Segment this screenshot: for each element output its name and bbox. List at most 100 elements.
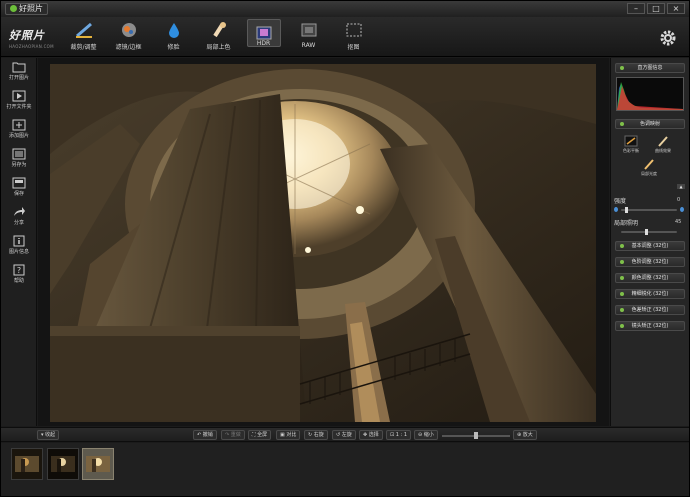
collapse-arrow-icon[interactable]: ▲: [677, 184, 685, 189]
undo-button[interactable]: ↶ 撤销: [193, 430, 217, 440]
sidebar-item-help[interactable]: ? 帮助: [1, 261, 37, 287]
tone-mapping-toggle[interactable]: 色调映射: [615, 119, 685, 129]
sidebar-item-add-image[interactable]: 添加图片: [1, 116, 37, 142]
brand-url: HAOZHAOPIAN.COM: [9, 44, 54, 49]
settings-button[interactable]: [659, 29, 677, 51]
actual-size-label: 1 : 1: [395, 432, 408, 438]
info-icon: [13, 235, 25, 246]
select-button[interactable]: ✥ 选择: [359, 430, 383, 440]
tool-raw[interactable]: RAW: [286, 19, 331, 55]
compare-label: 对比: [286, 432, 297, 438]
tone-item-label: 局部光度: [641, 171, 657, 176]
window-title: 好照片: [19, 4, 43, 13]
rotate-left-button[interactable]: ↺ 左旋: [332, 430, 356, 440]
local-light-slider[interactable]: [621, 229, 677, 235]
tool-face[interactable]: 修脸: [151, 19, 196, 55]
sidebar-item-open-folder[interactable]: 打开文件夹: [1, 87, 37, 113]
zoom-out-button[interactable]: ⊖ 缩小: [414, 430, 438, 440]
fullscreen-button[interactable]: ⛶ 全屏: [248, 430, 272, 440]
collapse-button[interactable]: ▾ 收起: [37, 430, 60, 440]
drop-small-icon: [614, 207, 618, 212]
tool-cutout[interactable]: 抠图: [331, 19, 376, 55]
tool-label: 修脸: [167, 44, 180, 51]
maximize-button[interactable]: □: [647, 3, 665, 14]
tool-local-color[interactable]: 局部上色: [196, 19, 241, 55]
image-canvas[interactable]: [38, 58, 609, 426]
strength-value: 0: [677, 197, 681, 203]
section-lens-correct[interactable]: 镜头矫正 (32位): [615, 321, 685, 331]
thumbnail-image: [83, 449, 113, 479]
zoom-in-button[interactable]: ⊕ 放大: [513, 430, 537, 440]
sidebar-item-open-image[interactable]: 打开图片: [1, 58, 37, 84]
rotate-right-label: 右旋: [313, 432, 324, 438]
strength-slider[interactable]: [621, 207, 677, 213]
close-button[interactable]: ×: [667, 3, 685, 14]
rotate-right-button[interactable]: ↻ 右旋: [304, 430, 328, 440]
tone-item-curve-effect[interactable]: 曲线效果: [649, 135, 677, 154]
sidebar-item-label: 保存: [13, 191, 24, 197]
section-label: 颜色调整 (32位): [631, 275, 669, 281]
section-levels-adjust[interactable]: 色阶调整 (32位): [615, 257, 685, 267]
cutout-icon: [346, 23, 361, 37]
sidebar-item-share[interactable]: 分享: [1, 203, 37, 229]
hdr-photo[interactable]: [50, 64, 596, 422]
thumbnail-image: [12, 449, 42, 479]
tool-label: 滤镜/边框: [115, 44, 142, 51]
bottom-toolbar: ▾ 收起 ↶ 撤销 ↷ 重做 ⛶ 全屏 ▣ 对比 ↻ 右旋 ↺ 左旋 ✥ 选择 …: [1, 427, 689, 442]
zoom-slider[interactable]: [442, 432, 510, 439]
filmstrip-thumbnail[interactable]: [47, 448, 79, 480]
gear-icon: [660, 30, 676, 46]
slider-thumb[interactable]: [625, 207, 628, 213]
tone-mapping-label: 色调映射: [639, 121, 660, 127]
histogram-graph: [617, 82, 683, 110]
section-fine-sharpen[interactable]: 精细锐化 (32位): [615, 289, 685, 299]
undo-label: 撤销: [202, 432, 213, 438]
sidebar-item-label: 打开图片: [8, 75, 29, 81]
filmstrip-thumbnail[interactable]: [11, 448, 43, 480]
zoom-out-label: 缩小: [423, 432, 434, 438]
redo-button[interactable]: ↷ 重做: [221, 430, 245, 440]
tone-item-color-balance[interactable]: 色彩平衡: [617, 135, 645, 154]
filmstrip-thumbnail-selected[interactable]: [82, 448, 114, 480]
actual-size-button[interactable]: ⊡ 1 : 1: [386, 430, 412, 440]
sidebar-item-label: 图片信息: [8, 249, 29, 255]
histogram-label: 直方图信息: [637, 65, 663, 71]
svg-text:?: ?: [17, 266, 21, 275]
sidebar-item-label: 分享: [13, 220, 24, 226]
section-label: 镜头矫正 (32位): [631, 323, 669, 329]
fullscreen-label: 全屏: [257, 432, 268, 438]
sidebar-item-save[interactable]: 保存: [1, 174, 37, 200]
tone-item-local-light[interactable]: 局部光度: [633, 158, 665, 177]
add-image-icon: [12, 119, 26, 130]
section-color-adjust[interactable]: 颜色调整 (32位): [615, 273, 685, 283]
photo-rotunda-image: [50, 64, 596, 422]
hdr-icon: [256, 26, 271, 40]
thumbnail-image: [48, 449, 78, 479]
crop-adjust-icon: [75, 22, 92, 38]
pencil-icon: [644, 159, 654, 170]
hdd-save-icon: [12, 177, 26, 188]
section-basic-adjust[interactable]: 基本调整 (32位): [615, 241, 685, 251]
color-balance-icon: [624, 135, 638, 147]
strength-label: 强度: [614, 198, 627, 205]
right-panel: 直方图信息 色调映射 色彩平衡 曲线效果 局部光度 ▲ 强度 0 局部照明 45…: [610, 58, 689, 426]
zoom-slider-thumb[interactable]: [474, 432, 478, 439]
tool-label: 局部上色: [206, 44, 231, 51]
tool-hdr[interactable]: HDR: [241, 19, 286, 55]
logo-icon: [10, 5, 17, 12]
compare-button[interactable]: ▣ 对比: [276, 430, 301, 440]
minimize-button[interactable]: –: [627, 3, 645, 14]
histogram-toggle[interactable]: 直方图信息: [615, 63, 685, 73]
tool-crop-adjust[interactable]: 裁剪/调整: [61, 19, 106, 55]
section-label: 精细锐化 (32位): [631, 291, 669, 297]
brush-color-icon: [212, 22, 226, 38]
section-chromatic-correct[interactable]: 色差矫正 (32位): [615, 305, 685, 315]
sidebar-item-image-info[interactable]: 图片信息: [1, 232, 37, 258]
tool-filter-frame[interactable]: 滤镜/边框: [106, 19, 151, 55]
sidebar-item-save-as[interactable]: 另存为: [1, 145, 37, 171]
drop-plus-icon: [680, 207, 684, 212]
slider-thumb[interactable]: [645, 229, 648, 235]
histogram: [616, 77, 684, 111]
app-window: 好照片 – □ × 好照片 HAOZHAOPIAN.COM 裁剪/调整 滤镜/边…: [0, 0, 690, 497]
tool-label: HDR: [256, 40, 271, 47]
